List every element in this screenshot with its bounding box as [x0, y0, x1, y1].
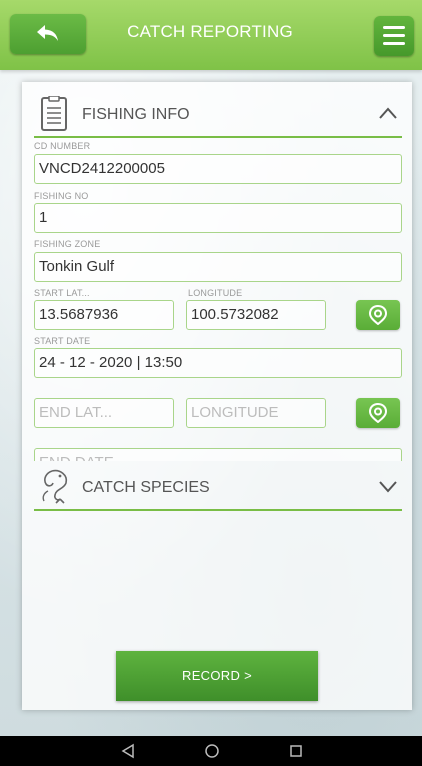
cd-number-label: CD NUMBER: [34, 141, 91, 151]
menu-button[interactable]: [374, 16, 414, 56]
home-circle-icon[interactable]: [204, 743, 220, 759]
start-lon-label: LONGITUDE: [188, 288, 243, 298]
back-triangle-icon[interactable]: [120, 743, 136, 759]
start-lon-field[interactable]: 100.5732082: [186, 300, 326, 330]
start-date-field[interactable]: 24 - 12 - 2020 | 13:50: [34, 348, 402, 378]
chevron-down-icon[interactable]: [378, 479, 398, 493]
top-app-bar: CATCH REPORTING: [0, 0, 422, 70]
system-navigation-bar: [0, 736, 422, 766]
fish-icon: [42, 469, 68, 504]
start-lat-field[interactable]: 13.5687936: [34, 300, 174, 330]
end-date-field[interactable]: END DATE: [34, 448, 402, 461]
chevron-up-icon[interactable]: [378, 106, 398, 120]
end-date-clip: END DATE: [34, 448, 402, 461]
end-lon-field[interactable]: LONGITUDE: [186, 398, 326, 428]
fishing-zone-label: FISHING ZONE: [34, 239, 101, 249]
start-location-button[interactable]: [356, 300, 400, 330]
location-pin-icon: [368, 403, 388, 423]
cd-number-field[interactable]: VNCD2412200005: [34, 154, 402, 184]
record-button[interactable]: RECORD >: [116, 651, 318, 701]
back-arrow-icon: [37, 25, 58, 41]
start-date-label: START DATE: [34, 336, 91, 346]
hamburger-menu-icon: [383, 26, 405, 29]
hamburger-line: [383, 34, 405, 37]
document-icon: [41, 96, 67, 131]
fishing-zone-field[interactable]: Tonkin Gulf: [34, 252, 402, 282]
recents-square-icon[interactable]: [288, 743, 304, 759]
back-button[interactable]: [10, 14, 86, 54]
fishing-no-field[interactable]: 1: [34, 203, 402, 233]
end-lat-field[interactable]: END LAT...: [34, 398, 174, 428]
page-title: CATCH REPORTING: [127, 22, 293, 41]
catch-species-title: CATCH SPECIES: [82, 479, 210, 496]
end-location-button[interactable]: [356, 398, 400, 428]
fishing-info-header[interactable]: FISHING INFO: [34, 92, 402, 138]
location-pin-icon: [368, 305, 388, 325]
fishing-no-label: FISHING NO: [34, 191, 89, 201]
fishing-info-title: FISHING INFO: [82, 106, 190, 123]
catch-species-header[interactable]: CATCH SPECIES: [34, 465, 402, 511]
start-lat-label: START LAT...: [34, 288, 90, 298]
report-card: FISHING INFO CD NUMBER VNCD2412200005 FI…: [22, 82, 412, 710]
hamburger-line: [383, 42, 405, 45]
